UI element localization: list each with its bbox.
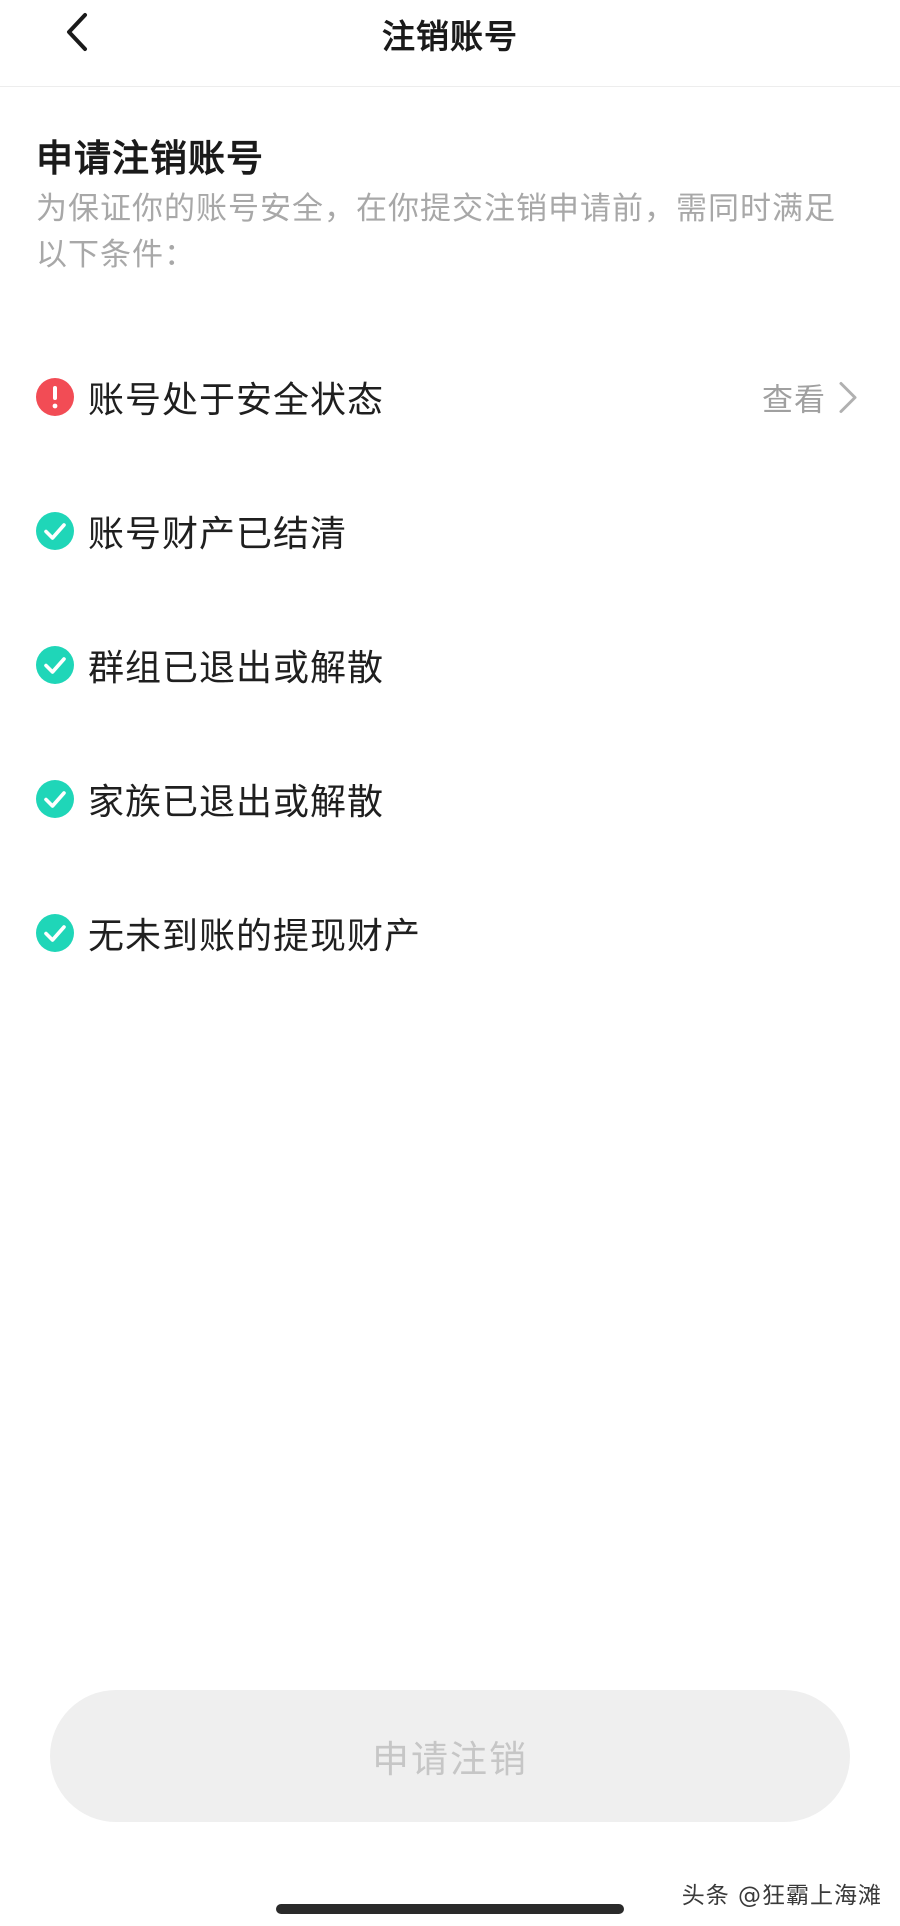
check-circle-icon	[36, 512, 74, 550]
condition-label: 账号处于安全状态	[88, 380, 385, 421]
check-circle-icon	[36, 780, 74, 818]
section-description: 为保证你的账号安全，在你提交注销申请前，需同时满足以下条件：	[36, 191, 836, 273]
condition-row-family-left: 家族已退出或解散	[0, 732, 900, 866]
watermark: 头条 @狂霸上海滩	[681, 1883, 882, 1909]
view-detail-link[interactable]: 查看	[762, 375, 858, 420]
condition-label: 账号财产已结清	[88, 514, 348, 555]
condition-row-assets-settled: 账号财产已结清	[0, 464, 900, 598]
condition-list: 账号处于安全状态 查看 账号财产已结清 群组已退出或解散 家族已退出或解散 无未…	[0, 330, 900, 1000]
condition-label: 无未到账的提现财产	[88, 916, 422, 957]
chevron-right-icon	[839, 381, 857, 413]
condition-row-account-safe[interactable]: 账号处于安全状态 查看	[0, 330, 900, 464]
page-title: 注销账号	[382, 17, 518, 56]
nav-bar: 注销账号	[0, 0, 900, 87]
apply-deactivation-button[interactable]: 申请注销	[50, 1690, 850, 1822]
check-circle-icon	[36, 914, 74, 952]
check-circle-icon	[36, 646, 74, 684]
apply-deactivation-label: 申请注销	[372, 1738, 528, 1781]
condition-label: 家族已退出或解散	[88, 782, 385, 823]
section-title: 申请注销账号	[36, 137, 264, 180]
alert-icon	[36, 378, 74, 416]
view-label: 查看	[762, 382, 826, 419]
condition-row-groups-left: 群组已退出或解散	[0, 598, 900, 732]
condition-label: 群组已退出或解散	[88, 648, 385, 689]
condition-row-no-pending-withdrawal: 无未到账的提现财产	[0, 866, 900, 1000]
home-indicator[interactable]	[276, 1904, 624, 1914]
